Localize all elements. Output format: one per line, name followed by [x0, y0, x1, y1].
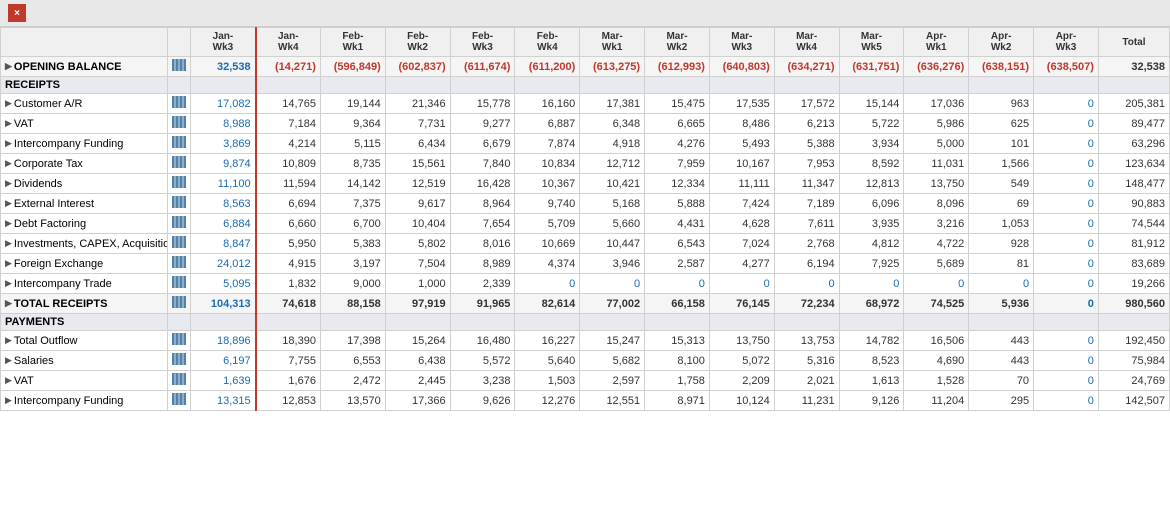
- chart-icon-cell[interactable]: [168, 214, 191, 234]
- chart-icon-cell[interactable]: [168, 234, 191, 254]
- chart-icon-cell[interactable]: [168, 174, 191, 194]
- expand-arrow-icon[interactable]: ▶: [5, 238, 12, 249]
- chart-icon-cell[interactable]: [168, 371, 191, 391]
- chart-icon[interactable]: [172, 393, 186, 405]
- chart-icon[interactable]: [172, 116, 186, 128]
- chart-icon[interactable]: [172, 373, 186, 385]
- chart-icon-cell[interactable]: [168, 94, 191, 114]
- chart-icon-cell[interactable]: [168, 114, 191, 134]
- chart-icon[interactable]: [172, 256, 186, 268]
- header-label-col: [1, 28, 168, 57]
- table-row: ▶ Investments, CAPEX, Acquisition8,8475,…: [1, 234, 1170, 254]
- header-mar-wk2: Mar-Wk2: [645, 28, 710, 57]
- table-row: ▶ VAT8,9887,1849,3647,7319,2776,8876,348…: [1, 114, 1170, 134]
- chart-icon-cell[interactable]: [168, 274, 191, 294]
- chart-icon[interactable]: [172, 176, 186, 188]
- cashflow-table: Jan-Wk3 Jan-Wk4 Feb-Wk1 Feb-Wk2 Feb-Wk3 …: [0, 27, 1170, 411]
- chart-icon[interactable]: [172, 216, 186, 228]
- toolbar: ×: [0, 0, 1170, 27]
- table-row: ▶ External Interest8,5636,6947,3759,6178…: [1, 194, 1170, 214]
- header-feb-wk2: Feb-Wk2: [385, 28, 450, 57]
- chart-icon-cell[interactable]: [168, 391, 191, 411]
- expand-arrow-icon[interactable]: ▶: [5, 395, 12, 406]
- chart-icon[interactable]: [172, 353, 186, 365]
- expand-arrow-icon[interactable]: ▶: [5, 258, 12, 269]
- table-row: PAYMENTS: [1, 314, 1170, 331]
- chart-icon[interactable]: [172, 59, 186, 71]
- expand-arrow-icon[interactable]: ▶: [5, 278, 12, 289]
- chart-icon-cell[interactable]: [168, 351, 191, 371]
- close-button[interactable]: ×: [8, 4, 26, 22]
- expand-arrow-icon[interactable]: ▶: [5, 198, 12, 209]
- header-row: Jan-Wk3 Jan-Wk4 Feb-Wk1 Feb-Wk2 Feb-Wk3 …: [1, 28, 1170, 57]
- chart-icon-cell[interactable]: [168, 134, 191, 154]
- header-jan-wk3: Jan-Wk3: [191, 28, 256, 57]
- main-container: × Jan-Wk3 Jan-Wk: [0, 0, 1170, 517]
- expand-arrow-icon[interactable]: ▶: [5, 158, 12, 169]
- header-apr-wk2: Apr-Wk2: [969, 28, 1034, 57]
- header-feb-wk4: Feb-Wk4: [515, 28, 580, 57]
- table-row: ▶ Intercompany Trade5,0951,8329,0001,000…: [1, 274, 1170, 294]
- table-row: ▶ Foreign Exchange24,0124,9153,1977,5048…: [1, 254, 1170, 274]
- header-mar-wk3: Mar-Wk3: [709, 28, 774, 57]
- table-row: ▶ Customer A/R17,08214,76519,14421,34615…: [1, 94, 1170, 114]
- table-row: ▶ Salaries6,1977,7556,5536,4385,5725,640…: [1, 351, 1170, 371]
- header-feb-wk3: Feb-Wk3: [450, 28, 515, 57]
- expand-arrow-icon[interactable]: ▶: [5, 335, 12, 346]
- chart-icon-cell[interactable]: [168, 331, 191, 351]
- chart-icon-cell[interactable]: [168, 254, 191, 274]
- chart-icon[interactable]: [172, 333, 186, 345]
- expand-arrow-icon[interactable]: ▶: [5, 355, 12, 366]
- expand-arrow-icon[interactable]: ▶: [5, 138, 12, 149]
- header-feb-wk1: Feb-Wk1: [320, 28, 385, 57]
- expand-arrow-icon[interactable]: ▶: [5, 98, 12, 109]
- header-mar-wk5: Mar-Wk5: [839, 28, 904, 57]
- chart-icon-cell[interactable]: [168, 57, 191, 77]
- expand-arrow-icon[interactable]: ▶: [5, 298, 12, 309]
- header-icon-col: [168, 28, 191, 57]
- table-row: ▶ Dividends11,10011,59414,14212,51916,42…: [1, 174, 1170, 194]
- chart-icon[interactable]: [172, 196, 186, 208]
- table-row: ▶ OPENING BALANCE32,538(14,271)(596,849)…: [1, 57, 1170, 77]
- chart-icon-cell[interactable]: [168, 294, 191, 314]
- table-row: RECEIPTS: [1, 77, 1170, 94]
- table-row: ▶ Intercompany Funding13,31512,85313,570…: [1, 391, 1170, 411]
- chart-icon[interactable]: [172, 156, 186, 168]
- header-total: Total: [1098, 28, 1169, 57]
- chart-icon-cell[interactable]: [168, 194, 191, 214]
- expand-arrow-icon[interactable]: ▶: [5, 61, 12, 72]
- header-apr-wk1: Apr-Wk1: [904, 28, 969, 57]
- expand-arrow-icon[interactable]: ▶: [5, 178, 12, 189]
- chart-icon[interactable]: [172, 276, 186, 288]
- table-row: ▶ Corporate Tax9,87410,8098,73515,5617,8…: [1, 154, 1170, 174]
- chart-icon[interactable]: [172, 296, 186, 308]
- table-row: ▶ Total Outflow18,89618,39017,39815,2641…: [1, 331, 1170, 351]
- chart-icon-cell[interactable]: [168, 154, 191, 174]
- table-row: ▶ VAT1,6391,6762,4722,4453,2381,5032,597…: [1, 371, 1170, 391]
- table-row: ▶ Debt Factoring6,8846,6606,70010,4047,6…: [1, 214, 1170, 234]
- expand-arrow-icon[interactable]: ▶: [5, 118, 12, 129]
- chart-icon[interactable]: [172, 136, 186, 148]
- chart-icon[interactable]: [172, 96, 186, 108]
- header-mar-wk4: Mar-Wk4: [774, 28, 839, 57]
- expand-arrow-icon[interactable]: ▶: [5, 218, 12, 229]
- header-jan-wk4: Jan-Wk4: [256, 28, 321, 57]
- header-mar-wk1: Mar-Wk1: [580, 28, 645, 57]
- header-apr-wk3: Apr-Wk3: [1034, 28, 1099, 57]
- table-row: ▶ Intercompany Funding3,8694,2145,1156,4…: [1, 134, 1170, 154]
- expand-arrow-icon[interactable]: ▶: [5, 375, 12, 386]
- table-row: ▶ TOTAL RECEIPTS104,31374,61888,15897,91…: [1, 294, 1170, 314]
- chart-icon[interactable]: [172, 236, 186, 248]
